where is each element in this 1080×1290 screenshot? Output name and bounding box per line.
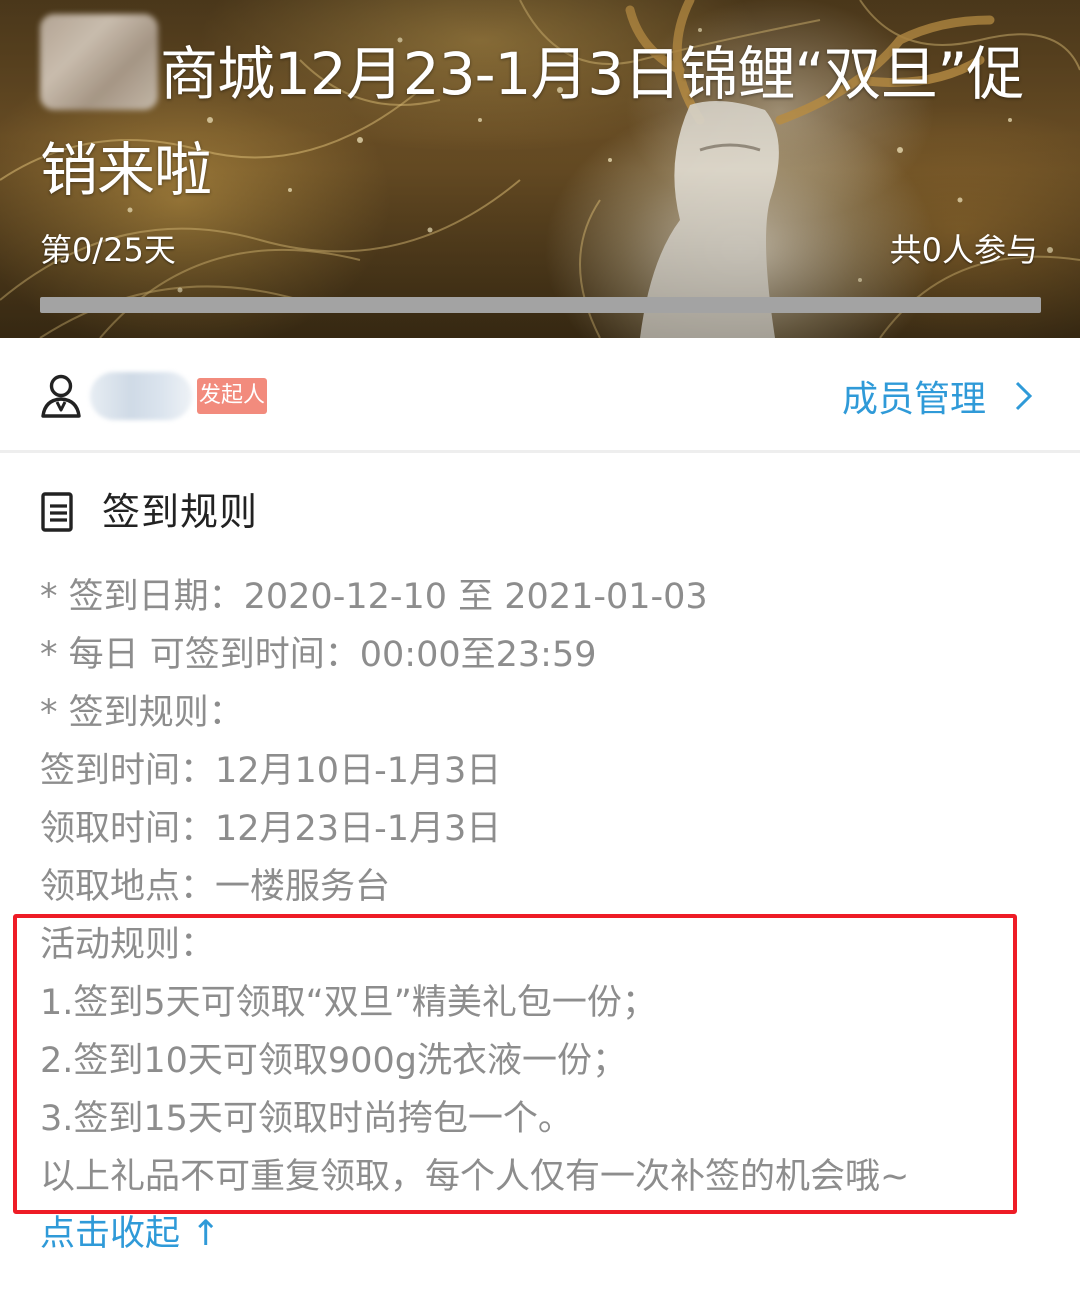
activity-title: 商城12月23-1月3日锦鲤“双旦”促销来啦 — [40, 40, 1024, 204]
rule-line: 签到时间：12月10日-1月3日 — [40, 751, 502, 791]
activity-banner: 商城12月23-1月3日锦鲤“双旦”促销来啦 第0/25天 共0人参与 — [0, 0, 1080, 338]
rule-line: * 每日 可签到时间：00:00至23:59 — [40, 635, 597, 675]
rules-title: 签到规则 — [102, 490, 259, 534]
rules-header: 签到规则 — [40, 482, 258, 542]
collapse-link[interactable]: 点击收起 ↑ — [40, 1206, 220, 1262]
member-row: 发起人 成员管理 — [0, 338, 1080, 453]
rule-line: 领取时间：12月23日-1月3日 — [40, 809, 502, 849]
progress-bar — [40, 297, 1041, 313]
member-management-label: 成员管理 — [841, 379, 986, 420]
blurred-user-name — [90, 372, 192, 420]
rule-line: * 签到规则： — [40, 693, 244, 733]
red-highlight-annotation — [13, 914, 1017, 1214]
chevron-right-icon — [1015, 381, 1033, 411]
initiator-badge: 发起人 — [197, 378, 267, 414]
person-icon — [41, 374, 81, 418]
rule-line: 领取地点：一楼服务台 — [40, 867, 391, 907]
member-management-link[interactable]: 成员管理 — [842, 368, 1038, 424]
participants-count: 共0人参与 — [889, 231, 1038, 269]
document-icon — [41, 492, 73, 532]
rule-line: * 签到日期：2020-12-10 至 2021-01-03 — [40, 577, 708, 617]
progress-day-text: 第0/25天 — [40, 231, 176, 269]
